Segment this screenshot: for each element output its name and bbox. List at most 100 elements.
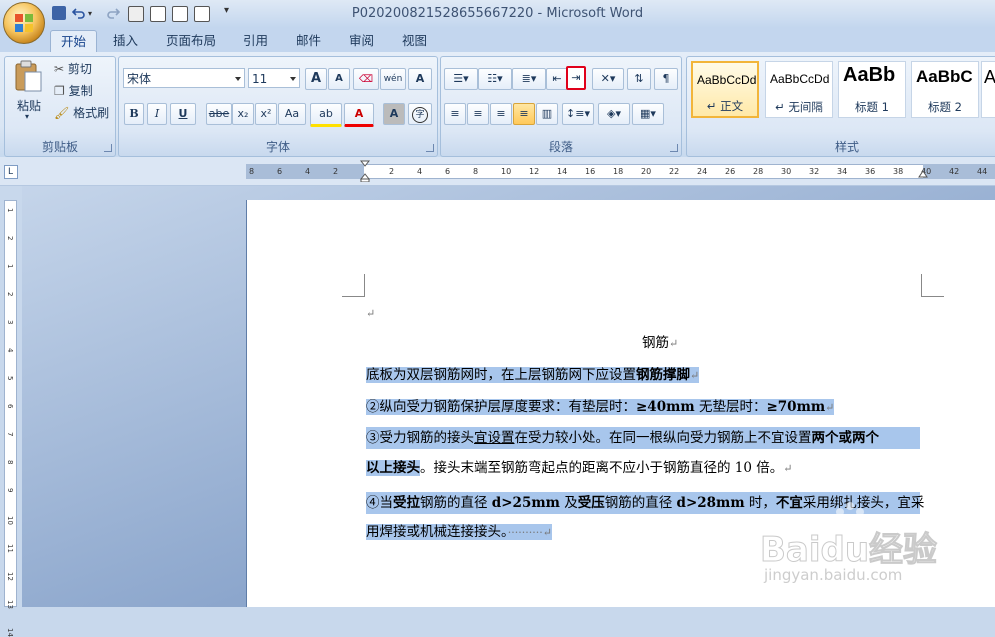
- ruler-ticks: 8 6 4 2 2 4 6 8 10 12 14 16 18 20 22 24 26 28 30 32 34 36 38 40…: [0, 164, 995, 179]
- align-right-button[interactable]: ≡: [490, 103, 512, 125]
- align-center-button[interactable]: ≡: [467, 103, 489, 125]
- distribute-icon: ▥: [541, 107, 553, 120]
- bullets-button[interactable]: ☰▾: [444, 68, 478, 90]
- copy-button[interactable]: ❐ 复制: [54, 82, 114, 100]
- sort-button[interactable]: ⇅: [627, 68, 651, 90]
- borders-button[interactable]: ▦▾: [632, 103, 664, 125]
- p4-bold-4: d>28mm: [676, 495, 745, 511]
- align-left-button[interactable]: ≡: [444, 103, 466, 125]
- chinese-layout-button[interactable]: ✕▾: [592, 68, 624, 90]
- cut-button[interactable]: ✂ 剪切: [54, 60, 114, 78]
- paragraph-4-line-1[interactable]: ④当受拉钢筋的直径 d>25mm 及受压钢筋的直径 d>28mm 时，不宜采用绑…: [366, 492, 924, 514]
- decrease-indent-icon: ⇤: [552, 72, 562, 85]
- tab-mailings[interactable]: 邮件: [286, 30, 331, 51]
- tab-page-layout[interactable]: 页面布局: [156, 30, 226, 51]
- tab-home[interactable]: 开始: [50, 30, 98, 52]
- shading-button[interactable]: ◈▾: [598, 103, 630, 125]
- justify-icon: ≡: [519, 107, 529, 120]
- grow-font-button[interactable]: A: [305, 68, 327, 90]
- paragraph-4-line-2[interactable]: 用焊接或机械连接接头。··········↵: [366, 521, 552, 544]
- paragraph-3-line-2[interactable]: 以上接头。接头末端至钢筋弯起点的距离不应小于钢筋直径的 10 倍。↵: [366, 457, 792, 480]
- subscript-button[interactable]: x₂: [232, 103, 254, 125]
- doc-heading[interactable]: 钢筋↵: [642, 332, 678, 355]
- style-heading-1[interactable]: AaBb 标题 1: [838, 61, 906, 118]
- paragraph-1[interactable]: 底板为双层钢筋网时，在上层钢筋网下应设置钢筋撑脚↵: [366, 364, 700, 387]
- decrease-indent-button[interactable]: ⇤: [546, 68, 568, 90]
- paste-button[interactable]: 粘贴 ▾: [13, 60, 45, 124]
- shrink-font-button[interactable]: A: [328, 68, 350, 90]
- highlight-button[interactable]: ab: [310, 103, 342, 127]
- office-button[interactable]: [3, 2, 45, 44]
- font-size-combo[interactable]: 11: [248, 68, 300, 88]
- numbering-button[interactable]: ☷▾: [478, 68, 512, 90]
- vruler-tick-label: 2: [6, 292, 14, 297]
- format-painter-button[interactable]: 🖌 格式刷: [54, 104, 114, 122]
- style-no-spacing[interactable]: AaBbCcDd ↵ 无间隔: [765, 61, 833, 118]
- font-name-combo[interactable]: 宋体: [123, 68, 245, 88]
- sort-icon: ⇅: [634, 72, 644, 85]
- ruler-tick-label: 36: [865, 167, 876, 176]
- italic-button[interactable]: I: [147, 103, 167, 125]
- underline-button[interactable]: U: [170, 103, 196, 125]
- font-launcher-icon[interactable]: [426, 144, 434, 152]
- vruler-tick-label: 2: [6, 236, 14, 241]
- ruler-tick-label: 4: [417, 167, 423, 176]
- style-name: 标题 2: [928, 100, 962, 114]
- ruler-tick-label: 20: [641, 167, 652, 176]
- multilevel-list-button[interactable]: ≣▾: [512, 68, 546, 90]
- strikethrough-button[interactable]: abe: [206, 103, 232, 125]
- chevron-down-icon: [235, 77, 241, 81]
- style-title[interactable]: A: [981, 61, 995, 118]
- superscript-button[interactable]: x²: [255, 103, 277, 125]
- window-title: P020200821528655667220 - Microsoft Word: [351, 6, 644, 21]
- tab-view[interactable]: 视图: [392, 30, 437, 51]
- dotted-leader: ··········: [507, 526, 543, 539]
- line-spacing-button[interactable]: ↕≡▾: [562, 103, 594, 125]
- ruler-tick-label: 38: [893, 167, 904, 176]
- eraser-icon: ⌫: [358, 74, 374, 85]
- distributed-button[interactable]: ▥: [536, 103, 558, 125]
- font-group-label: 字体: [265, 140, 290, 154]
- paint-bucket-icon: ◈▾: [607, 107, 621, 120]
- paragraph-3-line-1[interactable]: ③受力钢筋的接头宜设置在受力较小处。在同一根纵向受力钢筋上不宜设置两个或两个: [366, 427, 920, 449]
- right-indent-marker[interactable]: [918, 170, 928, 182]
- ruler-tick-label: 6: [277, 167, 283, 176]
- ruler-tick-label: 22: [669, 167, 680, 176]
- p4-text-b: 钢筋的直径: [420, 495, 492, 511]
- clipboard-group-label: 剪贴板: [41, 140, 78, 154]
- paragraph-launcher-icon[interactable]: [670, 144, 678, 152]
- justify-button[interactable]: ≡: [513, 103, 535, 125]
- p4-text-c: 及: [559, 495, 578, 511]
- empty-paragraph-mark: ↵: [366, 307, 376, 320]
- bold-button[interactable]: B: [124, 103, 144, 125]
- tab-references[interactable]: 引用: [233, 30, 278, 51]
- increase-indent-button[interactable]: ⇥: [566, 66, 586, 90]
- clear-format-button[interactable]: ⌫: [353, 68, 379, 90]
- p4-text-d: 钢筋的直径: [604, 495, 677, 511]
- phonetic-guide-button[interactable]: wén: [380, 68, 406, 90]
- enclose-char-button[interactable]: 字: [408, 103, 432, 125]
- ruler-tick-label: 42: [949, 167, 960, 176]
- line-spacing-icon: ↕≡▾: [566, 107, 590, 120]
- clipboard-launcher-icon[interactable]: [104, 144, 112, 152]
- tab-insert[interactable]: 插入: [103, 30, 148, 51]
- font-size-value: 11: [252, 72, 268, 86]
- vruler-tick-label: 13: [6, 600, 14, 609]
- paragraph-2[interactable]: ②纵向受力钢筋保护层厚度要求：有垫层时：≥40mm 无垫层时：≥70mm↵: [366, 396, 835, 419]
- char-border-button[interactable]: A: [408, 68, 432, 90]
- align-left-icon: ≡: [450, 107, 460, 120]
- chevron-down-icon: [290, 77, 296, 81]
- indent-marker[interactable]: [359, 160, 371, 183]
- ruler-tick-label: 4: [305, 167, 311, 176]
- vruler-tick-label: 4: [6, 348, 14, 353]
- font-color-button[interactable]: A: [344, 103, 374, 127]
- style-normal[interactable]: AaBbCcDd ↵ 正文: [691, 61, 759, 118]
- char-shading-button[interactable]: A: [383, 103, 405, 125]
- style-heading-2[interactable]: AaBbC 标题 2: [911, 61, 979, 118]
- change-case-button[interactable]: Aa: [278, 103, 306, 125]
- p3-bold-1: 两个或两个: [811, 430, 880, 446]
- show-marks-button[interactable]: ¶: [654, 68, 678, 90]
- align-center-icon: ≡: [473, 107, 483, 120]
- p3-text-b: 在受力较小处。在同一根纵向受力钢筋上不宜设置: [514, 430, 812, 446]
- tab-review[interactable]: 审阅: [339, 30, 384, 51]
